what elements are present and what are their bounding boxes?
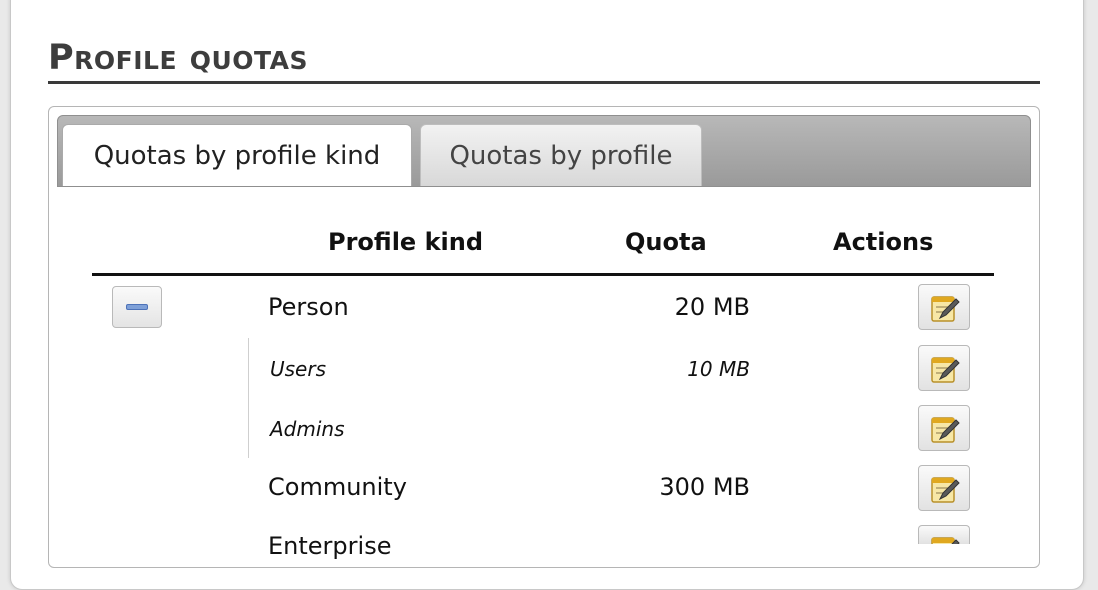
column-header-quota: Quota <box>625 228 707 256</box>
row-community-quota: 300 MB <box>659 473 750 501</box>
row-users-kind: Users <box>270 357 327 381</box>
page-title: Profile quotas <box>48 38 308 78</box>
edit-person-button[interactable] <box>918 284 970 330</box>
edit-admins-button[interactable] <box>918 405 970 451</box>
edit-community-button[interactable] <box>918 465 970 511</box>
minus-icon <box>126 304 148 310</box>
tab-quotas-by-profile-kind[interactable]: Quotas by profile kind <box>62 124 412 186</box>
tab-bar: Quotas by profile kind Quotas by profile <box>57 115 1031 187</box>
edit-icon <box>931 417 960 443</box>
row-person-kind: Person <box>268 293 349 321</box>
collapse-person-button[interactable] <box>112 286 162 328</box>
edit-icon <box>931 296 960 322</box>
tab-quotas-by-profile[interactable]: Quotas by profile <box>420 124 702 186</box>
edit-icon <box>931 357 960 383</box>
row-enterprise-kind: Enterprise <box>268 532 392 560</box>
table-header-divider <box>92 273 994 276</box>
row-person-quota: 20 MB <box>674 293 750 321</box>
column-header-actions: Actions <box>833 228 934 256</box>
edit-users-button[interactable] <box>918 345 970 391</box>
edit-icon <box>931 537 960 544</box>
row-users-quota: 10 MB <box>687 357 750 381</box>
row-admins-kind: Admins <box>270 417 345 441</box>
title-divider <box>48 81 1040 84</box>
edit-icon <box>931 477 960 503</box>
column-header-profile-kind: Profile kind <box>328 228 484 256</box>
edit-enterprise-button[interactable] <box>918 525 970 544</box>
row-community-kind: Community <box>268 473 407 501</box>
tree-connector-line <box>248 338 249 458</box>
